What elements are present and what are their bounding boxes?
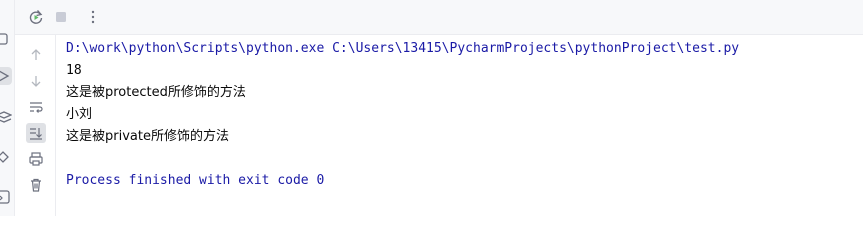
run-command-line: D:\work\python\Scripts\python.exe C:\Use…	[66, 41, 740, 56]
output-line: 这是被private所修饰的方法	[66, 129, 229, 144]
terminal-icon[interactable]	[0, 188, 12, 206]
scroll-up-icon[interactable]	[26, 45, 46, 65]
scroll-down-icon[interactable]	[26, 71, 46, 91]
console-side-toolbar	[15, 35, 56, 216]
more-options-icon[interactable]	[84, 8, 102, 26]
run-icon[interactable]	[0, 67, 12, 85]
rerun-icon[interactable]	[27, 8, 45, 26]
stop-icon[interactable]	[52, 8, 70, 26]
output-line: 这是被protected所修饰的方法	[66, 85, 246, 100]
services-icon[interactable]	[0, 148, 12, 166]
layers-icon[interactable]	[0, 108, 12, 126]
soft-wrap-icon[interactable]	[26, 97, 46, 117]
print-icon[interactable]	[26, 149, 46, 169]
clear-icon[interactable]	[26, 175, 46, 195]
plugin-icon[interactable]	[0, 30, 12, 48]
exit-message: Process finished with exit code 0	[66, 173, 325, 188]
run-toolbar	[15, 0, 863, 35]
output-line: 18	[66, 63, 82, 78]
console-output: D:\work\python\Scripts\python.exe C:\Use…	[66, 38, 863, 192]
scroll-to-end-icon[interactable]	[26, 123, 46, 143]
tool-window-strip	[0, 0, 15, 216]
output-line: 小刘	[66, 107, 93, 122]
